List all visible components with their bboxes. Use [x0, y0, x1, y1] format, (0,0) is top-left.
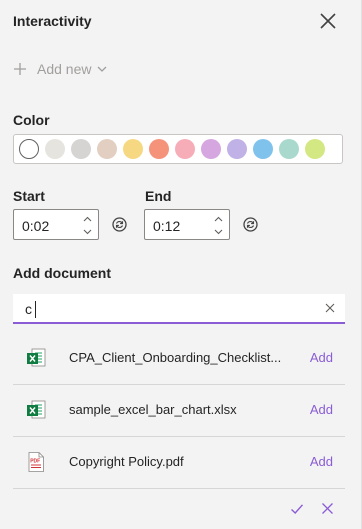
end-time-value: 0:12 — [153, 218, 181, 234]
end-label: End — [145, 188, 172, 204]
add-document-button[interactable]: Add — [310, 454, 333, 469]
chevron-down-icon[interactable] — [214, 227, 223, 236]
add-document-button[interactable]: Add — [310, 402, 333, 417]
excel-file-icon — [25, 347, 47, 369]
color-swatch-purple[interactable] — [201, 139, 221, 159]
start-time-input[interactable]: 0:02 — [13, 209, 99, 240]
reset-icon[interactable] — [111, 216, 128, 233]
color-swatch-beige[interactable] — [97, 139, 117, 159]
document-result-row: PDF Copyright Policy.pdf Add — [13, 437, 345, 489]
search-value: c — [25, 301, 32, 317]
color-swatch-blue[interactable] — [253, 139, 273, 159]
text-caret — [35, 301, 36, 318]
interactivity-panel: Interactivity Add new Color Start 0:02 E… — [0, 0, 362, 529]
panel-title: Interactivity — [13, 13, 92, 29]
end-time-input[interactable]: 0:12 — [144, 209, 230, 240]
document-result-row: CPA_Client_Onboarding_Checklist... Add — [13, 333, 345, 385]
clear-icon[interactable] — [325, 303, 335, 313]
document-result-row: sample_excel_bar_chart.xlsx Add — [13, 385, 345, 437]
chevron-down-icon[interactable] — [83, 227, 92, 236]
color-swatch-light-gray-2[interactable] — [71, 139, 91, 159]
dismiss-icon[interactable] — [321, 502, 334, 515]
chevron-down-icon — [98, 66, 107, 72]
color-swatch-teal[interactable] — [279, 139, 299, 159]
document-search-input[interactable]: c — [13, 294, 345, 324]
reset-icon[interactable] — [242, 216, 259, 233]
color-swatch-lavender[interactable] — [227, 139, 247, 159]
close-icon[interactable] — [318, 11, 338, 31]
document-name: sample_excel_bar_chart.xlsx — [69, 402, 237, 417]
excel-file-icon — [25, 399, 47, 421]
checkmark-icon[interactable] — [290, 502, 304, 516]
color-swatch-pink[interactable] — [175, 139, 195, 159]
add-new-button[interactable]: Add new — [13, 59, 107, 79]
start-label: Start — [13, 188, 45, 204]
color-swatch-none[interactable] — [19, 139, 39, 159]
add-document-button[interactable]: Add — [310, 350, 333, 365]
color-swatch-yellow[interactable] — [123, 139, 143, 159]
color-swatch-orange[interactable] — [149, 139, 169, 159]
start-time-value: 0:02 — [22, 218, 50, 234]
chevron-up-icon[interactable] — [214, 215, 223, 224]
document-results-list: CPA_Client_Onboarding_Checklist... Add sam… — [13, 333, 345, 489]
plus-icon — [14, 63, 26, 75]
color-picker — [13, 134, 343, 164]
color-swatch-lime[interactable] — [305, 139, 325, 159]
document-name: CPA_Client_Onboarding_Checklist... — [69, 350, 282, 365]
add-new-label: Add new — [37, 61, 92, 77]
chevron-up-icon[interactable] — [83, 215, 92, 224]
pdf-file-icon: PDF — [25, 451, 47, 473]
svg-text:PDF: PDF — [30, 459, 40, 465]
color-swatch-light-gray-1[interactable] — [45, 139, 65, 159]
color-label: Color — [13, 112, 50, 128]
document-name: Copyright Policy.pdf — [69, 454, 184, 469]
add-document-label: Add document — [13, 265, 111, 281]
